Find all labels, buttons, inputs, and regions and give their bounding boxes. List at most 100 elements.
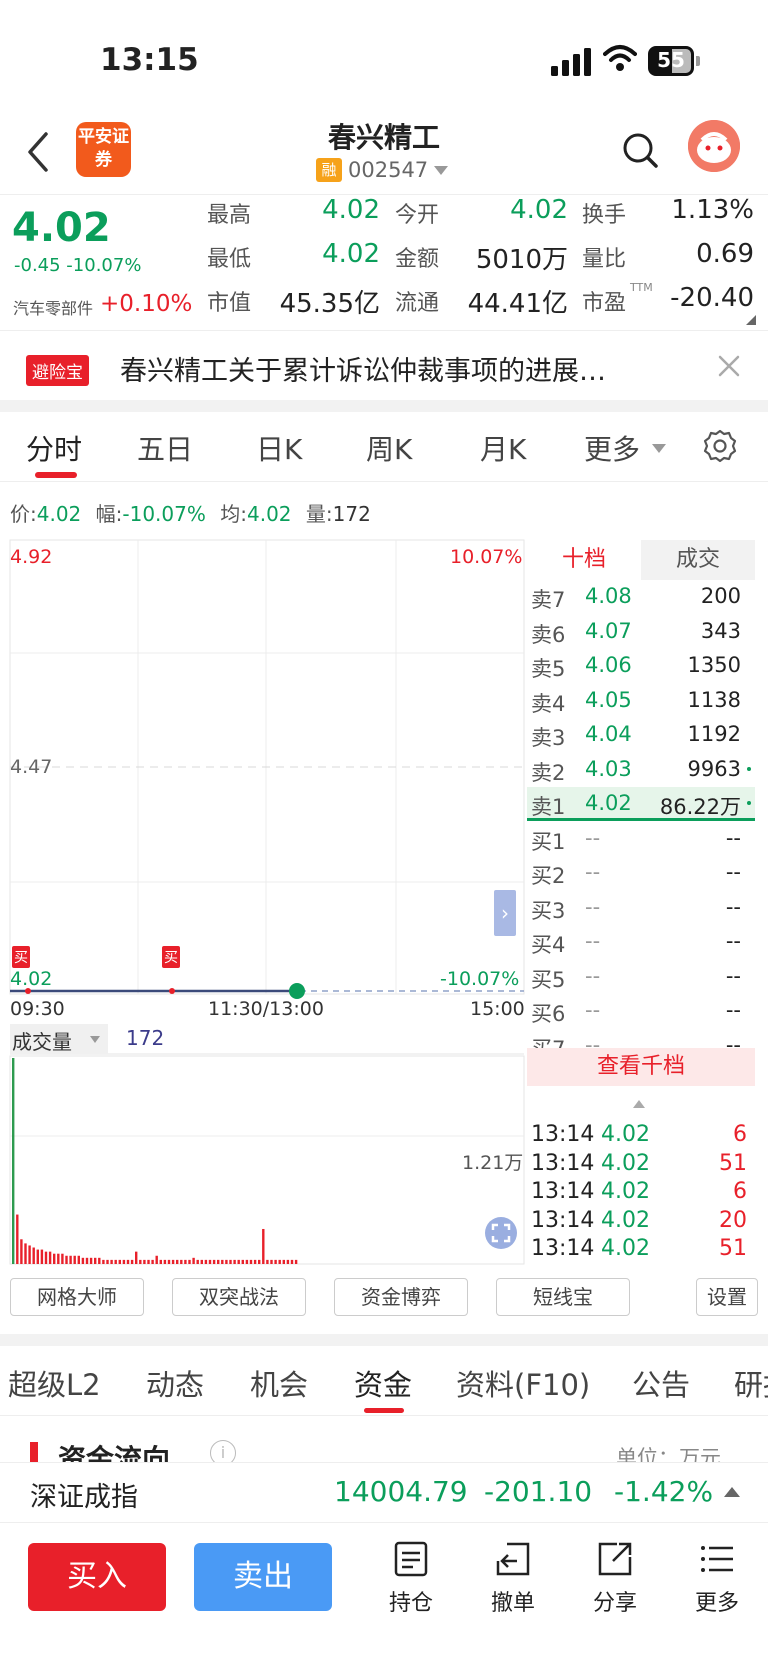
volume-bar	[171, 1259, 175, 1264]
level-volume: --	[725, 929, 741, 953]
assistant-avatar-icon[interactable]	[688, 120, 740, 172]
crosshair-info: 价:4.02 幅:-10.07% 均:4.02 量:172	[10, 498, 371, 527]
quote-label-turnover: 换手	[582, 203, 627, 228]
volume-bar	[94, 1257, 97, 1264]
ask-level-row[interactable]: 卖6 4.07 343	[527, 615, 755, 649]
ask-level-row[interactable]: 卖4 4.05 1138	[527, 684, 755, 718]
bid-level-row[interactable]: 买6 -- --	[527, 994, 755, 1028]
cancel-order-button[interactable]: 撤单	[478, 1539, 548, 1617]
stock-code-selector[interactable]: 融 002547	[316, 158, 449, 182]
quote-label-pe: 市盈	[582, 291, 627, 316]
tab-super-l2[interactable]: 超级L2	[8, 1362, 101, 1404]
grid-master-button[interactable]: 网格大师	[10, 1278, 144, 1316]
tab-ten-levels[interactable]: 十档	[527, 540, 641, 580]
tab-funds[interactable]: 资金	[354, 1362, 412, 1404]
ask-level-row[interactable]: 卖2 4.03 9963	[527, 753, 755, 787]
tab-news[interactable]: 动态	[146, 1362, 204, 1404]
volume-bar	[184, 1259, 187, 1264]
level-volume: --	[725, 894, 741, 919]
quote-label-market-cap: 市值	[207, 291, 252, 316]
holdings-button[interactable]: 持仓	[376, 1539, 446, 1617]
quote-label-float-cap: 流通	[395, 291, 440, 316]
tab-opportunity[interactable]: 机会	[250, 1362, 308, 1404]
volume-bar	[48, 1251, 52, 1264]
tab-weekly-k[interactable]: 周K	[366, 428, 412, 468]
tab-trades[interactable]: 成交	[641, 540, 755, 580]
volume-bar	[270, 1259, 273, 1264]
tick-price: 4.02	[601, 1179, 650, 1204]
tab-research[interactable]: 研报	[734, 1362, 768, 1404]
short-line-button[interactable]: 短线宝	[496, 1278, 630, 1316]
news-headline[interactable]: 春兴精工关于累计诉讼仲裁事项的进展…	[120, 349, 680, 388]
section-divider	[0, 1334, 768, 1346]
share-button[interactable]: 分享	[580, 1539, 650, 1617]
fund-game-button[interactable]: 资金博弈	[334, 1278, 468, 1316]
quote-summary: 4.02 -0.45 -10.07% 汽车零部件 +0.10% 最高 4.02 …	[0, 194, 768, 330]
ask-level-row[interactable]: 卖5 4.06 1350	[527, 649, 755, 683]
quote-value-pe: -20.40	[670, 283, 754, 313]
chevron-up-icon[interactable]	[724, 1487, 740, 1497]
trade-tick-row: 13:14 4.02 51	[531, 1151, 751, 1179]
intraday-chart[interactable]: 4.92 10.07% 4.47 4.02 -10.07% 买 买 09:30 …	[0, 538, 528, 1028]
share-icon	[598, 1542, 632, 1576]
fullscreen-icon[interactable]	[484, 1216, 518, 1250]
search-icon[interactable]	[620, 130, 660, 170]
expand-panel-arrow-icon[interactable]: ›	[494, 890, 516, 936]
active-tab-indicator	[35, 472, 77, 478]
buy-marker[interactable]: 买	[12, 946, 30, 968]
news-banner[interactable]: 避险宝 春兴精工关于累计诉讼仲裁事项的进展…	[0, 330, 768, 400]
volume-indicator-label: 成交量	[12, 1030, 72, 1054]
more-button[interactable]: 更多	[682, 1539, 752, 1617]
gear-icon[interactable]	[702, 428, 738, 464]
bid-level-row[interactable]: 买3 -- --	[527, 891, 755, 925]
sell-button[interactable]: 卖出	[194, 1543, 332, 1611]
volume-chart[interactable]: 成交量 172 1.21万	[0, 1024, 528, 1269]
level-volume: 1350	[687, 653, 741, 677]
news-tag: 避险宝	[26, 355, 89, 386]
sector-change[interactable]: +0.10%	[100, 291, 192, 317]
tab-announcements[interactable]: 公告	[632, 1362, 690, 1404]
info-icon[interactable]: i	[210, 1440, 236, 1464]
ask-level-row[interactable]: 卖7 4.08 200	[527, 580, 755, 614]
level-label: 买6	[531, 1002, 566, 1026]
tab-monthly-k[interactable]: 月K	[480, 428, 526, 468]
quote-value-turnover: 1.13%	[671, 195, 754, 225]
close-icon[interactable]	[718, 355, 740, 377]
volume-bar	[204, 1259, 208, 1264]
ask-level-row[interactable]: 卖1 4.02 86.22万	[527, 787, 755, 821]
volume-bar	[266, 1259, 269, 1264]
tick-price: 4.02	[601, 1236, 650, 1261]
double-breakout-button[interactable]: 双突战法	[172, 1278, 306, 1316]
status-bar: 13:15 55	[0, 0, 768, 110]
tab-intraday[interactable]: 分时	[26, 428, 82, 468]
bid-level-row[interactable]: 买2 -- --	[527, 856, 755, 890]
tab-daily-k[interactable]: 日K	[256, 428, 302, 468]
buy-button[interactable]: 买入	[28, 1543, 166, 1611]
tab-five-day[interactable]: 五日	[137, 428, 193, 468]
bid-level-row[interactable]: 买5 -- --	[527, 960, 755, 994]
settings-button[interactable]: 设置	[696, 1278, 758, 1316]
tab-profile[interactable]: 资料(F10)	[456, 1362, 590, 1404]
tab-more[interactable]: 更多	[584, 428, 640, 468]
chart-period-tabs: 分时 五日 日K 周K 月K 更多	[0, 412, 768, 482]
buy-marker[interactable]: 买	[162, 946, 180, 968]
bid-level-row[interactable]: 买4 -- --	[527, 925, 755, 959]
volume-bar	[32, 1247, 35, 1264]
change-dot-icon	[747, 801, 751, 805]
volume-bar	[200, 1259, 203, 1264]
volume-bar	[237, 1259, 240, 1264]
chevron-up-icon[interactable]	[633, 1100, 645, 1108]
view-full-depth-button[interactable]: 查看千档	[527, 1048, 755, 1086]
ask-level-row[interactable]: 卖3 4.04 1192	[527, 718, 755, 752]
volume-indicator-selector[interactable]: 成交量	[10, 1024, 108, 1054]
level-price: --	[585, 963, 601, 988]
volume-bar	[36, 1249, 39, 1264]
volume-bar	[180, 1259, 183, 1264]
chevron-down-icon	[652, 444, 666, 453]
expand-corner-icon[interactable]	[746, 315, 756, 325]
volume-bar	[85, 1257, 89, 1264]
bid-level-row[interactable]: 买1 -- --	[527, 822, 755, 856]
index-ticker-bar[interactable]: 深证成指 14004.79 -201.10 -1.42%	[0, 1462, 768, 1522]
volume-bar	[163, 1259, 167, 1264]
volume-max-label: 1.21万	[462, 1152, 524, 1174]
